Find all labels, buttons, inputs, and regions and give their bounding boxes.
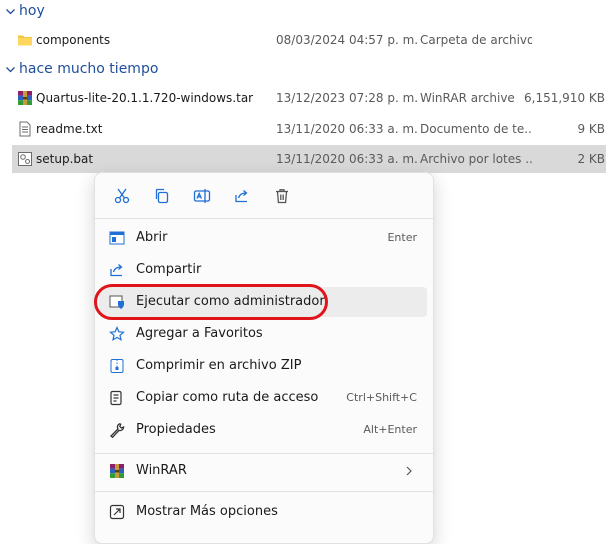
file-type: WinRAR archive xyxy=(420,91,515,105)
open-icon xyxy=(109,230,125,246)
menu-item-copiar-como-ruta[interactable]: Copiar como ruta de acceso Ctrl+Shift+C xyxy=(99,383,427,413)
file-name: setup.bat xyxy=(36,152,94,166)
file-name: components xyxy=(36,33,111,47)
file-row-components[interactable]: components 08/03/2024 04:57 p. m. Carpet… xyxy=(12,26,606,54)
chevron-down-icon[interactable] xyxy=(3,6,17,17)
run-as-admin-icon xyxy=(109,294,125,310)
menu-divider xyxy=(95,491,433,492)
menu-item-label: Abrir xyxy=(136,230,168,245)
file-date: 13/11/2020 06:33 a. m. xyxy=(276,122,418,136)
menu-item-comprimir-zip[interactable]: Comprimir en archivo ZIP xyxy=(99,351,427,381)
file-name: readme.txt xyxy=(36,122,103,136)
group-label: hace mucho tiempo xyxy=(19,61,159,77)
menu-item-mostrar-mas-opciones[interactable]: Mostrar Más opciones xyxy=(99,497,427,527)
menu-divider xyxy=(95,218,433,219)
quick-actions-bar xyxy=(101,181,427,211)
file-size: 6,151,910 KB xyxy=(524,91,605,105)
winrar-icon xyxy=(109,463,125,479)
rename-icon[interactable] xyxy=(187,181,217,211)
menu-item-winrar[interactable]: WinRAR xyxy=(99,456,427,486)
menu-item-label: Comprimir en archivo ZIP xyxy=(136,358,302,373)
menu-item-label: Ejecutar como administrador xyxy=(136,294,325,309)
winrar-archive-icon xyxy=(17,90,33,106)
menu-item-abrir[interactable]: Abrir Enter xyxy=(99,223,427,253)
file-date: 13/11/2020 06:33 a. m. xyxy=(276,152,418,166)
file-type: Documento de te... xyxy=(420,122,532,136)
file-name: Quartus-lite-20.1.1.720-windows.tar xyxy=(36,91,254,105)
menu-item-shortcut: Alt+Enter xyxy=(363,423,417,436)
menu-item-shortcut: Enter xyxy=(387,231,417,244)
menu-item-label: Compartir xyxy=(136,262,202,277)
copy-path-icon xyxy=(109,390,125,406)
cut-icon[interactable] xyxy=(107,181,137,211)
menu-item-label: Copiar como ruta de acceso xyxy=(136,390,319,405)
share-icon xyxy=(109,262,125,278)
folder-icon xyxy=(17,32,33,48)
text-document-icon xyxy=(17,121,33,137)
menu-item-agregar-a-favoritos[interactable]: Agregar a Favoritos xyxy=(99,319,427,349)
group-header-hace-mucho-tiempo[interactable]: hace mucho tiempo xyxy=(0,58,158,80)
star-icon xyxy=(109,326,125,342)
menu-item-label: Mostrar Más opciones xyxy=(136,504,278,519)
file-size: 2 KB xyxy=(577,152,605,166)
menu-divider xyxy=(95,453,433,454)
file-type: Archivo por lotes ... xyxy=(420,152,532,166)
file-row-setup-bat[interactable]: setup.bat 13/11/2020 06:33 a. m. Archivo… xyxy=(12,145,606,173)
file-row-quartus[interactable]: Quartus-lite-20.1.1.720-windows.tar 13/1… xyxy=(12,84,606,112)
file-type: Carpeta de archivos xyxy=(420,33,532,47)
menu-item-propiedades[interactable]: Propiedades Alt+Enter xyxy=(99,415,427,445)
menu-item-label: WinRAR xyxy=(136,463,187,478)
menu-item-compartir[interactable]: Compartir xyxy=(99,255,427,285)
group-header-hoy[interactable]: hoy xyxy=(0,0,45,22)
share-icon[interactable] xyxy=(227,181,257,211)
more-options-icon xyxy=(109,504,125,520)
menu-item-shortcut: Ctrl+Shift+C xyxy=(346,391,417,404)
group-label: hoy xyxy=(19,3,45,19)
file-row-readme[interactable]: readme.txt 13/11/2020 06:33 a. m. Docume… xyxy=(12,115,606,143)
chevron-right-icon xyxy=(403,465,415,477)
batch-file-icon xyxy=(17,151,33,167)
menu-item-label: Agregar a Favoritos xyxy=(136,326,263,341)
zip-icon xyxy=(109,358,125,374)
chevron-down-icon[interactable] xyxy=(3,64,17,75)
wrench-icon xyxy=(109,422,125,439)
context-menu: Abrir Enter Compartir Ejecutar como admi… xyxy=(94,172,434,544)
delete-icon[interactable] xyxy=(267,181,297,211)
file-size: 9 KB xyxy=(577,122,605,136)
menu-item-ejecutar-como-administrador[interactable]: Ejecutar como administrador xyxy=(99,287,427,317)
file-date: 13/12/2023 07:28 p. m. xyxy=(276,91,419,105)
file-date: 08/03/2024 04:57 p. m. xyxy=(276,33,419,47)
menu-item-label: Propiedades xyxy=(136,422,216,437)
copy-icon[interactable] xyxy=(147,181,177,211)
